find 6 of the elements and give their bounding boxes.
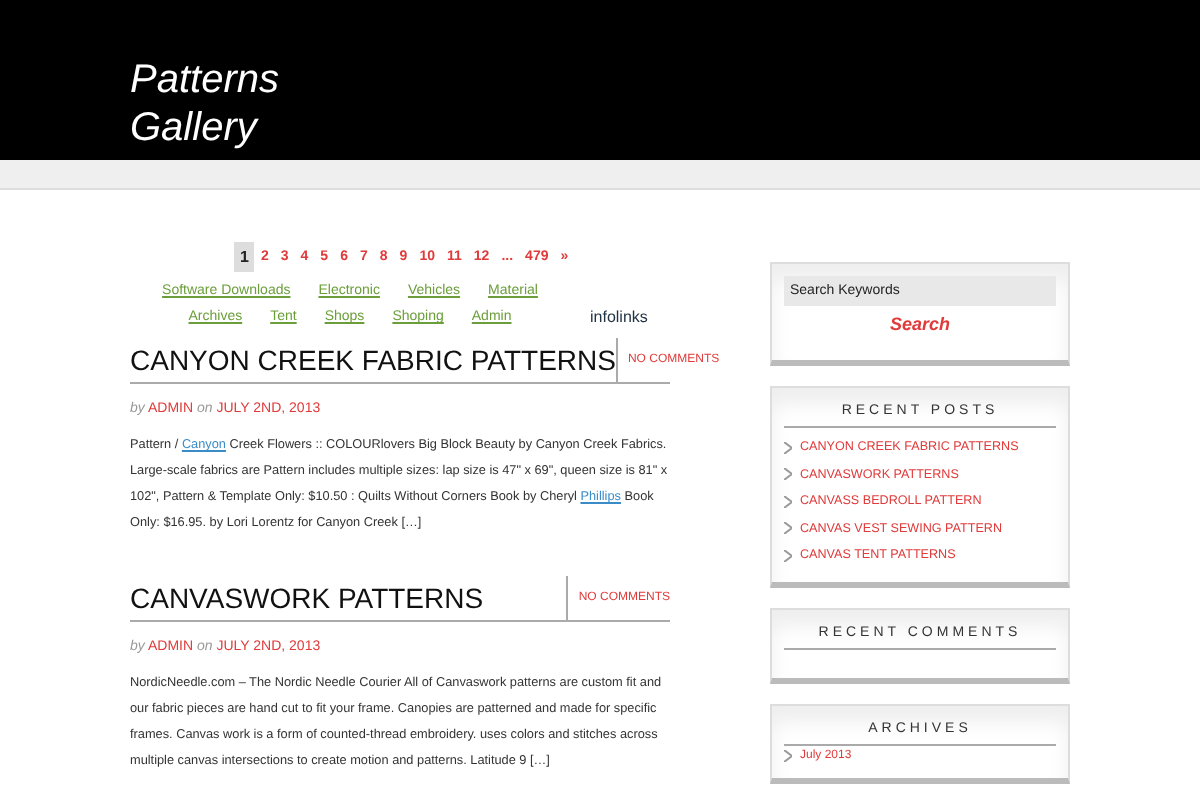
search-button[interactable]: Search — [877, 312, 963, 336]
page-link[interactable]: 1 — [234, 242, 255, 272]
post-title[interactable]: CANVASWORK PATTERNS — [130, 582, 484, 614]
ad-brand-label: infolinks — [590, 306, 648, 330]
post-title[interactable]: CANYON CREEK FABRIC PATTERNS — [130, 344, 616, 376]
site-title[interactable]: Patterns Gallery — [130, 56, 279, 152]
